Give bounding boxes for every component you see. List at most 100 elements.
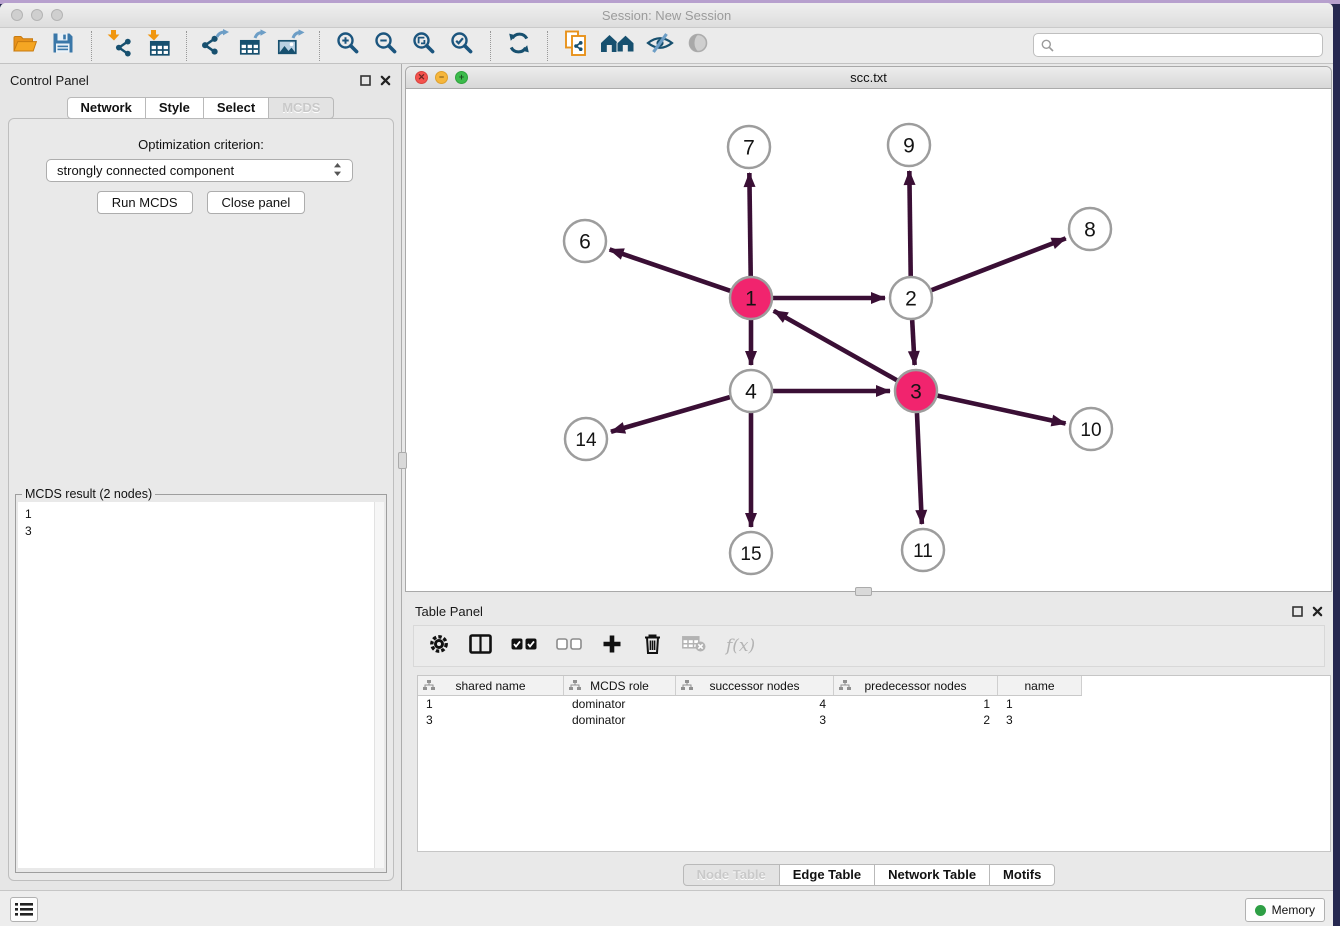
graph-edge-2-9[interactable] [909, 171, 910, 276]
zoom-out-button[interactable] [370, 30, 402, 62]
save-session-button[interactable] [47, 30, 79, 62]
zoom-fit-button[interactable] [408, 30, 440, 62]
zoom-in-button[interactable] [332, 30, 364, 62]
graph-node-1[interactable]: 1 [730, 277, 772, 319]
zoom-fit-icon [411, 30, 437, 61]
graph-node-2[interactable]: 2 [890, 277, 932, 319]
refresh-button[interactable] [503, 30, 535, 62]
column-layout-icon[interactable] [469, 634, 492, 659]
export-network-icon [201, 29, 229, 62]
tab-network[interactable]: Network [67, 97, 146, 119]
graph-node-9[interactable]: 9 [888, 124, 930, 166]
graph-edge-2-8[interactable] [932, 238, 1066, 290]
graph-node-15[interactable]: 15 [730, 532, 772, 574]
view-eye-button[interactable] [682, 30, 714, 62]
graph-node-label: 11 [913, 541, 933, 562]
cell-successor-nodes[interactable]: 3 [676, 712, 834, 728]
memory-label: Memory [1272, 903, 1315, 917]
close-panel-icon[interactable] [1312, 604, 1323, 622]
add-column-icon[interactable] [601, 633, 623, 660]
cell-successor-nodes[interactable]: 4 [676, 696, 834, 712]
graph-node-3[interactable]: 3 [895, 370, 937, 412]
column-header-name[interactable]: name [998, 676, 1082, 695]
close-panel-button[interactable]: Close panel [207, 191, 306, 214]
graph-node-11[interactable]: 11 [902, 529, 944, 571]
window-minimize-button[interactable] [31, 9, 43, 21]
network-window-title: scc.txt [406, 67, 1331, 89]
graph-edge-1-7[interactable] [749, 173, 750, 276]
tab-mcds[interactable]: MCDS [268, 97, 334, 119]
graph-edge-3-1[interactable] [774, 311, 897, 380]
import-network-button[interactable] [104, 30, 136, 62]
tab-motifs[interactable]: Motifs [989, 864, 1055, 886]
search-input[interactable] [1033, 33, 1323, 57]
graph-node-8[interactable]: 8 [1069, 208, 1111, 250]
graph-node-6[interactable]: 6 [564, 220, 606, 262]
window-close-button[interactable] [11, 9, 23, 21]
horizontal-splitter-grip[interactable] [855, 587, 872, 596]
graph-edge-4-14[interactable] [611, 397, 730, 432]
export-image-button[interactable] [275, 30, 307, 62]
cell-predecessor-nodes[interactable]: 1 [834, 696, 998, 712]
column-header-shared-name[interactable]: shared name [418, 676, 564, 695]
delete-table-icon[interactable] [682, 635, 707, 657]
column-header-successor-nodes[interactable]: successor nodes [676, 676, 834, 695]
graph-node-14[interactable]: 14 [565, 418, 607, 460]
style-eye-button[interactable] [644, 30, 676, 62]
float-panel-icon[interactable] [360, 73, 371, 91]
cell-mcds-role[interactable]: dominator [564, 696, 676, 712]
graph-node-4[interactable]: 4 [730, 370, 772, 412]
export-table-button[interactable] [237, 30, 269, 62]
criterion-select[interactable]: strongly connected component [46, 159, 353, 182]
graph-node-10[interactable]: 10 [1070, 408, 1112, 450]
window-zoom-button[interactable] [51, 9, 63, 21]
deselect-all-icon[interactable] [556, 637, 582, 655]
graph-edge-2-3[interactable] [912, 320, 914, 365]
graph-node-label: 10 [1080, 420, 1101, 441]
graph-edge-1-6[interactable] [610, 249, 731, 290]
column-header-mcds-role[interactable]: MCDS role [564, 676, 676, 695]
settings-gear-icon[interactable] [428, 633, 450, 660]
table-tabs: Node Table Edge Table Network Table Moti… [405, 864, 1333, 886]
vertical-splitter-grip[interactable] [398, 452, 407, 469]
task-history-button[interactable] [10, 897, 38, 922]
network-maximize-button[interactable]: + [455, 71, 468, 84]
result-line: 3 [25, 523, 367, 540]
toolbar-separator [490, 31, 491, 61]
close-panel-icon[interactable] [380, 73, 391, 91]
import-table-button[interactable] [142, 30, 174, 62]
function-builder-icon[interactable]: f(x) [726, 636, 755, 656]
tab-edge-table[interactable]: Edge Table [779, 864, 875, 886]
network-close-button[interactable]: ✕ [415, 71, 428, 84]
select-all-icon[interactable] [511, 637, 537, 655]
float-panel-icon[interactable] [1292, 604, 1303, 622]
cell-shared-name[interactable]: 3 [418, 712, 564, 728]
cell-name[interactable]: 3 [998, 712, 1082, 728]
copy-view-button[interactable] [560, 30, 592, 62]
delete-column-icon[interactable] [642, 632, 663, 660]
graph-edge-3-11[interactable] [917, 413, 922, 524]
home-button[interactable] [598, 30, 638, 62]
tab-network-table[interactable]: Network Table [874, 864, 990, 886]
graph-node-7[interactable]: 7 [728, 126, 770, 168]
tab-node-table[interactable]: Node Table [683, 864, 780, 886]
run-mcds-button[interactable]: Run MCDS [97, 191, 193, 214]
search-icon [1041, 39, 1054, 52]
cell-shared-name[interactable]: 1 [418, 696, 564, 712]
memory-button[interactable]: Memory [1245, 898, 1325, 922]
graph-edge-3-10[interactable] [937, 396, 1065, 424]
cell-predecessor-nodes[interactable]: 2 [834, 712, 998, 728]
result-scrollbar[interactable] [374, 502, 384, 868]
toolbar-separator [186, 31, 187, 61]
tab-select[interactable]: Select [203, 97, 269, 119]
tab-style[interactable]: Style [145, 97, 204, 119]
network-minimize-button[interactable]: − [435, 71, 448, 84]
network-canvas[interactable]: 7 9 6 8 1 2 4 3 14 10 15 11 [406, 89, 1331, 591]
table-header-row: shared name MCDS role successor nodes pr… [418, 676, 1082, 696]
cell-mcds-role[interactable]: dominator [564, 712, 676, 728]
column-header-predecessor-nodes[interactable]: predecessor nodes [834, 676, 998, 695]
cell-name[interactable]: 1 [998, 696, 1082, 712]
zoom-selected-button[interactable] [446, 30, 478, 62]
open-session-button[interactable] [9, 30, 41, 62]
export-network-button[interactable] [199, 30, 231, 62]
